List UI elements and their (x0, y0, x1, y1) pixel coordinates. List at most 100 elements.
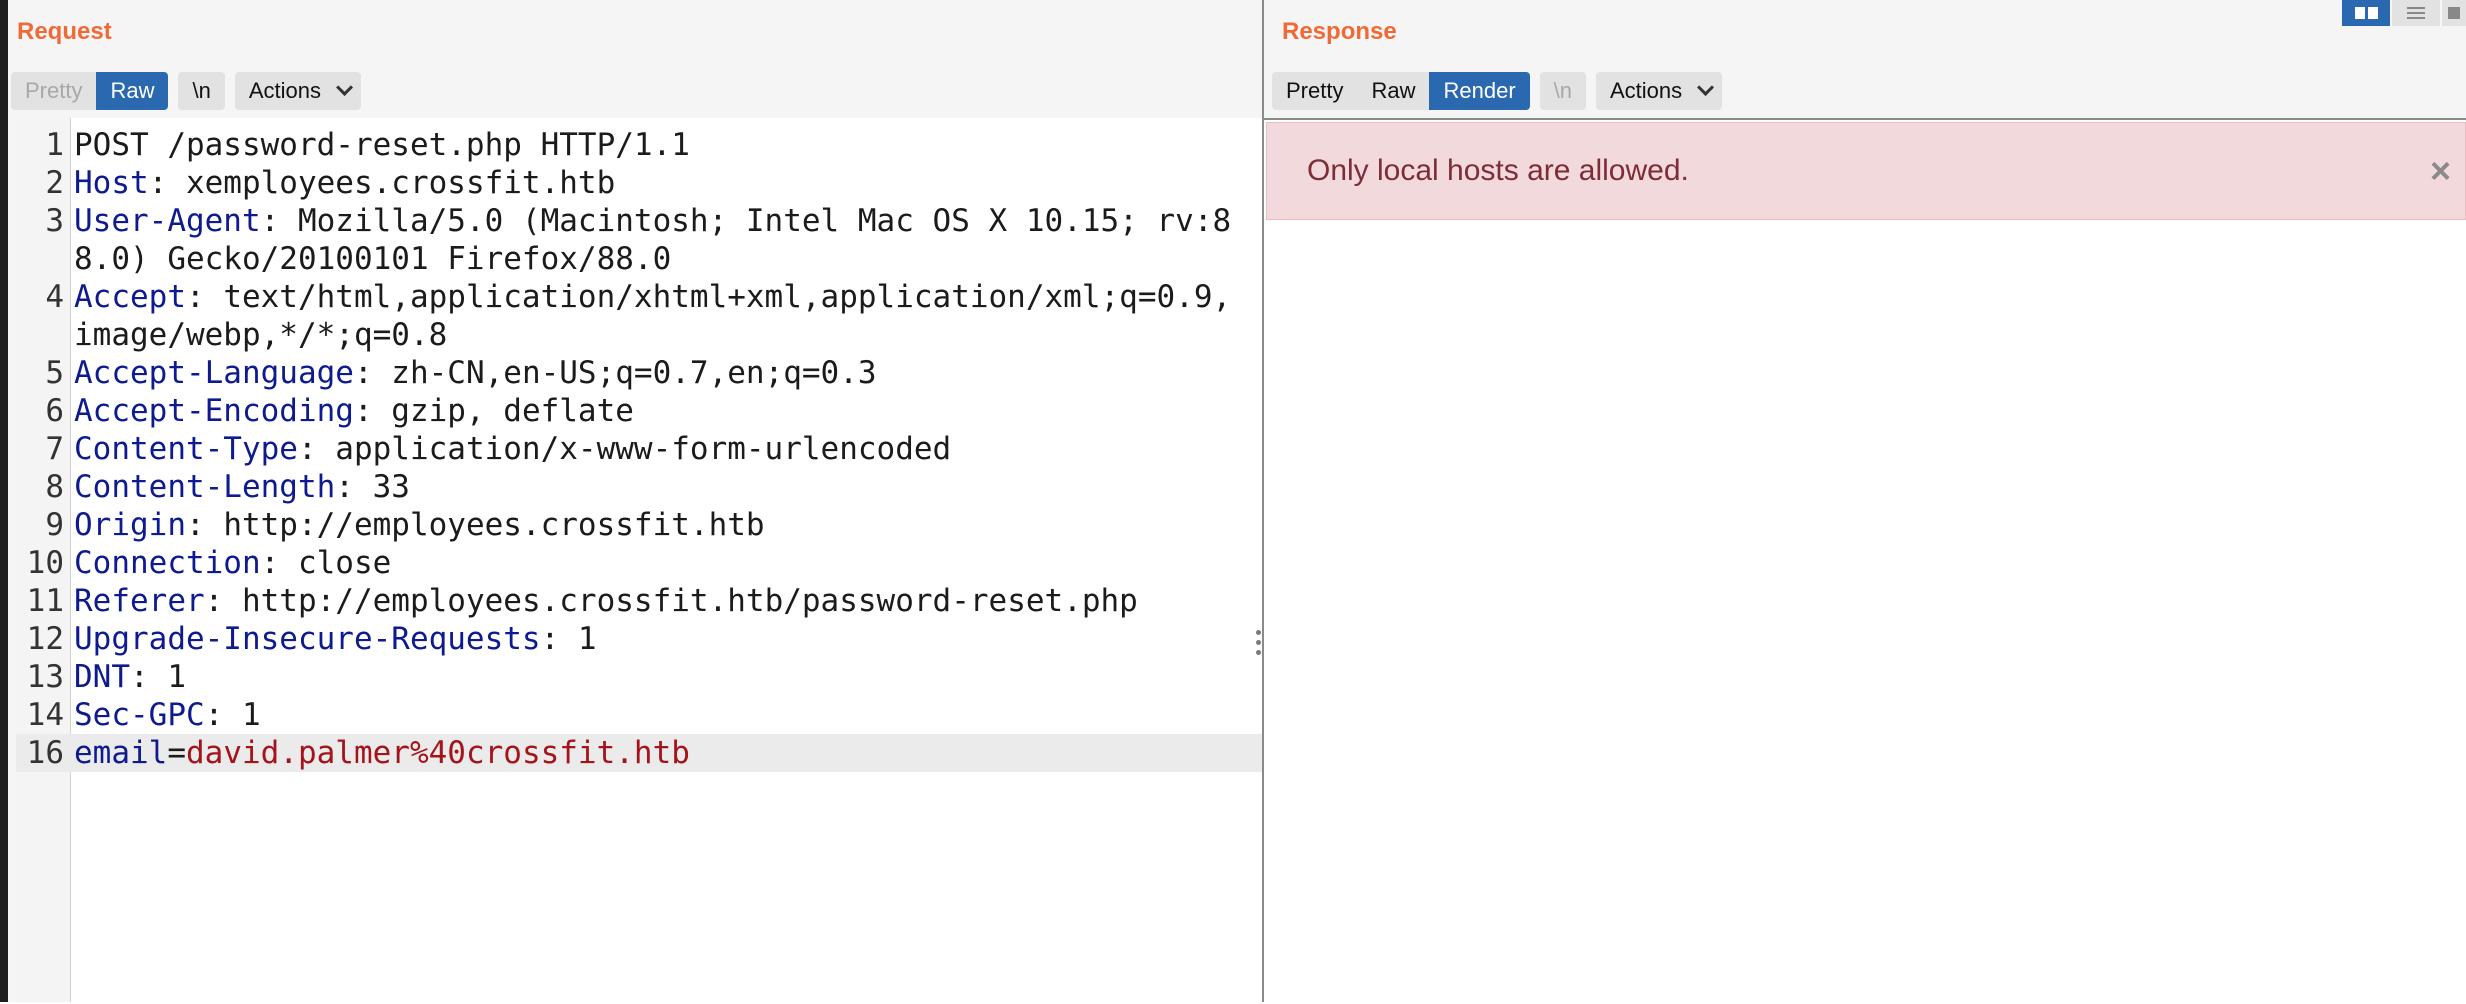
separator: : (353, 355, 392, 391)
separator: : (260, 203, 298, 239)
request-newline-toggle[interactable]: \n (178, 72, 225, 110)
header-value: 33 (372, 469, 410, 505)
code-line: 7 Content-Type: application/x-www-form-ur… (16, 430, 1262, 468)
header-value: http://employees.crossfit.htb/password-r… (241, 583, 1138, 619)
code-line: 13 DNT: 1 (16, 658, 1262, 696)
line-number: 7 (45, 431, 64, 467)
header-name: Sec-GPC (74, 697, 205, 733)
code-line: 14 Sec-GPC: 1 (16, 696, 1262, 734)
separator: : (185, 507, 224, 543)
line-number: 13 (26, 659, 64, 695)
code-line: 9 Origin: http://employees.crossfit.htb (16, 506, 1262, 544)
response-raw-tab[interactable]: Raw (1357, 72, 1430, 110)
line-number: 3 (45, 203, 64, 239)
header-value: gzip, deflate (391, 393, 634, 429)
code-line: 4 Accept: text/html,application/xhtml+xml… (16, 278, 1262, 354)
code-line: 12 Upgrade-Insecure-Requests: 1 (16, 620, 1262, 658)
window-icon (2448, 7, 2460, 19)
request-pane: Request Pretty Raw \n Actions 1 POST /pas… (8, 0, 1262, 1002)
rows-layout-button[interactable] (2392, 0, 2440, 26)
line-number: 9 (45, 507, 64, 543)
header-value: POST /password-reset.php HTTP/1.1 (74, 127, 690, 163)
code-line: 16 email=david.palmer%40crossfit.htb (16, 734, 1262, 772)
chevron-down-icon (336, 78, 354, 96)
window-edge (0, 0, 8, 1002)
separator: : (185, 279, 224, 315)
separator: : (130, 659, 168, 695)
single-pane-layout-button[interactable] (2442, 0, 2466, 26)
header-name: Origin (74, 507, 186, 543)
code-line: 6 Accept-Encoding: gzip, deflate (16, 392, 1262, 430)
response-pane: Response Pretty Raw Render \n Actions On… (1264, 0, 2466, 1004)
line-number: 8 (45, 469, 64, 505)
code-text: Connection: close (74, 544, 1244, 582)
line-number: 1 (45, 127, 64, 163)
header-value: 1 (241, 697, 261, 733)
request-title: Request (17, 18, 112, 45)
code-text: User-Agent: Mozilla/5.0 (Macintosh; Inte… (74, 202, 1244, 278)
param-name: email (74, 735, 168, 771)
line-number: 6 (45, 393, 64, 429)
code-line: 3 User-Agent: Mozilla/5.0 (Macintosh; Int… (16, 202, 1262, 278)
header-name: Upgrade-Insecure-Requests (74, 621, 541, 657)
header-name: Host (74, 165, 149, 201)
header-name: Referer (74, 583, 205, 619)
request-actions-menu[interactable]: Actions (234, 72, 361, 110)
header-value: 1 (577, 621, 597, 657)
header-value: text/html,application/xhtml+xml,applicat… (74, 279, 1232, 353)
request-toolbar: Pretty Raw \n Actions (11, 72, 361, 110)
separator: : (335, 469, 373, 505)
header-name: Accept (74, 279, 186, 315)
code-text: Accept: text/html,application/xhtml+xml,… (74, 278, 1244, 354)
header-name: Accept-Language (74, 355, 354, 391)
separator: : (297, 431, 336, 467)
code-line: 11 Referer: http://employees.crossfit.htb… (16, 582, 1262, 620)
param-value: david.palmer%40crossfit.htb (186, 735, 690, 771)
response-toolbar: Pretty Raw Render \n Actions (1272, 72, 1723, 110)
response-newline-toggle[interactable]: \n (1539, 72, 1586, 110)
split-columns-layout-button[interactable] (2342, 0, 2390, 26)
code-text: DNT: 1 (74, 658, 1244, 696)
header-name: Accept-Encoding (74, 393, 354, 429)
separator: : (353, 393, 392, 429)
code-line: 1 POST /password-reset.php HTTP/1.1 (16, 126, 1262, 164)
line-number: 12 (26, 621, 64, 657)
code-text: Content-Type: application/x-www-form-url… (74, 430, 1244, 468)
header-name: Connection (74, 545, 261, 581)
request-editor[interactable]: 1 POST /password-reset.php HTTP/1.1 2 Host:… (16, 118, 1262, 1002)
code-text: Origin: http://employees.crossfit.htb (74, 506, 1244, 544)
header-value: http://employees.crossfit.htb (223, 507, 765, 543)
line-number: 10 (26, 545, 64, 581)
response-render-tab[interactable]: Render (1429, 72, 1530, 110)
rows-icon (2407, 4, 2425, 22)
chevron-down-icon (1697, 78, 1715, 96)
response-actions-menu[interactable]: Actions (1596, 72, 1723, 110)
request-pretty-tab[interactable]: Pretty (11, 72, 97, 110)
response-title: Response (1282, 18, 1397, 45)
request-raw-tab[interactable]: Raw (96, 72, 169, 110)
header-name: User-Agent (74, 203, 261, 239)
line-number: 2 (45, 165, 64, 201)
columns-icon (2354, 7, 2378, 19)
separator: : (148, 165, 186, 201)
code-line: 5 Accept-Language: zh-CN,en-US;q=0.7,en;q… (16, 354, 1262, 392)
separator: : (540, 621, 578, 657)
code-line: 2 Host: xemployees.crossfit.htb (16, 164, 1262, 202)
line-number: 14 (26, 697, 64, 733)
response-pretty-tab[interactable]: Pretty (1272, 72, 1358, 110)
code-line: 10 Connection: close (16, 544, 1262, 582)
separator: : (260, 545, 298, 581)
code-text: Referer: http://employees.crossfit.htb/p… (74, 582, 1244, 620)
code-text: Upgrade-Insecure-Requests: 1 (74, 620, 1244, 658)
resize-grip-icon[interactable] (1256, 630, 1262, 660)
code-text: Accept-Language: zh-CN,en-US;q=0.7,en;q=… (74, 354, 1244, 392)
code-text: Content-Length: 33 (74, 468, 1244, 506)
code-text: email=david.palmer%40crossfit.htb (74, 734, 1244, 772)
line-number: 16 (26, 735, 64, 771)
line-number: 5 (45, 355, 64, 391)
header-name: Content-Type (74, 431, 298, 467)
code-text: Host: xemployees.crossfit.htb (74, 164, 1244, 202)
header-value: application/x-www-form-urlencoded (335, 431, 952, 467)
close-icon[interactable]: × (2430, 151, 2451, 191)
header-name: Content-Length (74, 469, 336, 505)
